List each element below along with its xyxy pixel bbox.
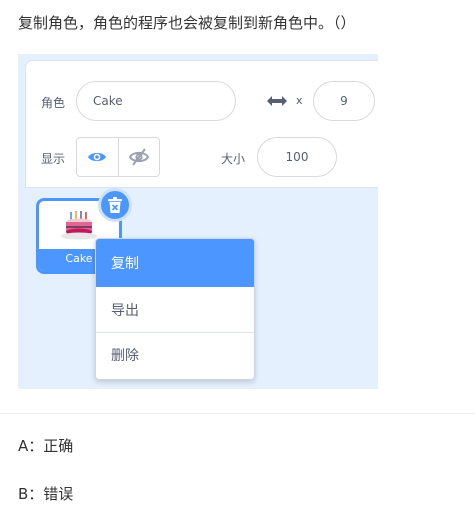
- show-button[interactable]: [77, 138, 118, 176]
- x-input[interactable]: 9: [313, 81, 375, 121]
- eye-slash-icon: [128, 148, 149, 166]
- size-value: 100: [285, 150, 309, 164]
- menu-item-duplicate[interactable]: 复制: [96, 239, 254, 287]
- scratch-screenshot: 角色 Cake x 9 显示 大小 100 Cake 复制 导出 删除: [18, 54, 378, 389]
- sprite-context-menu: 复制 导出 删除: [95, 238, 255, 380]
- x-value: 9: [340, 94, 348, 108]
- sprite-name-input[interactable]: Cake: [76, 81, 236, 121]
- hide-button[interactable]: [117, 138, 159, 176]
- trash-icon: [108, 197, 122, 213]
- size-input[interactable]: 100: [257, 137, 337, 177]
- cake-icon: [61, 211, 97, 240]
- sprite-info-panel: 角色 Cake x 9 显示 大小 100: [25, 60, 378, 188]
- question-text: 复制角色，角色的程序也会被复制到新角色中。（）: [18, 14, 356, 32]
- sprite-name-value: Cake: [93, 94, 123, 108]
- menu-item-export[interactable]: 导出: [96, 287, 254, 332]
- x-label: x: [296, 94, 303, 107]
- menu-item-delete[interactable]: 删除: [96, 332, 254, 377]
- option-a[interactable]: A：正确: [18, 435, 73, 456]
- visibility-toggle: [76, 137, 160, 177]
- option-b[interactable]: B：错误: [18, 483, 73, 504]
- size-label: 大小: [221, 152, 246, 166]
- horizontal-arrows-icon: [267, 96, 287, 106]
- delete-sprite-button[interactable]: [98, 188, 132, 222]
- divider: [0, 413, 475, 414]
- sprite-label: 角色: [41, 96, 66, 110]
- show-label: 显示: [41, 152, 66, 166]
- eye-icon: [88, 152, 107, 162]
